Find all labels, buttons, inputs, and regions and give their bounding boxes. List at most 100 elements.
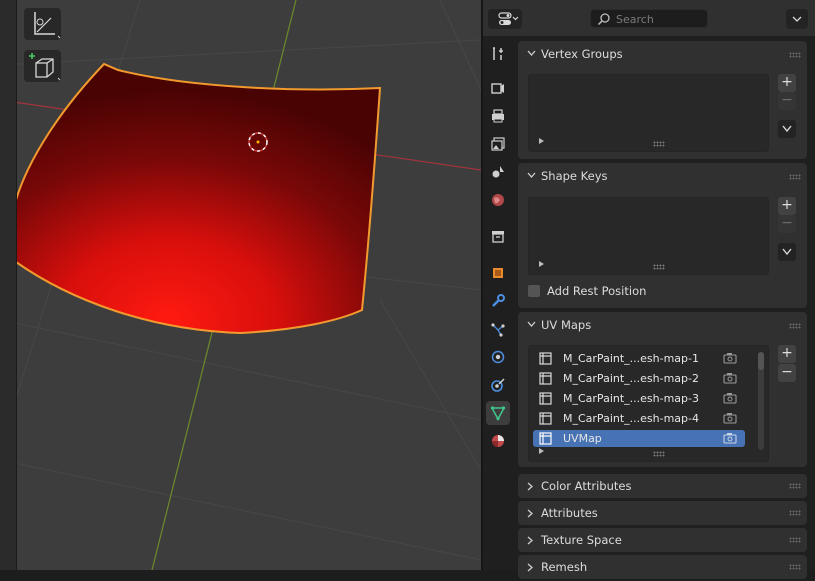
uv-map-name: M_CarPaint_...esh-map-2 [563, 372, 699, 385]
active-render-camera-icon[interactable] [723, 432, 737, 444]
tab-physics[interactable] [486, 345, 510, 369]
3d-viewport[interactable] [0, 0, 481, 570]
drag-grip-icon[interactable] [789, 52, 801, 58]
box-icon [492, 231, 504, 243]
tab-modifiers[interactable] [486, 289, 510, 313]
tab-data[interactable] [486, 401, 510, 425]
panel-remesh: Remesh [518, 555, 807, 579]
uv-map-row[interactable]: M_CarPaint_...esh-map-3 [533, 390, 745, 407]
uv-map-name: M_CarPaint_...esh-map-1 [563, 352, 699, 365]
add-rest-position-checkbox[interactable] [528, 285, 540, 297]
chevron-down-icon [527, 50, 536, 56]
uv-map-name: UVMap [563, 432, 602, 445]
panel-header-vertex-groups[interactable]: Vertex Groups [518, 41, 807, 67]
chevron-right-icon [527, 509, 533, 518]
tab-scene[interactable] [486, 160, 510, 184]
remove-shape-key-button[interactable]: − [778, 215, 796, 233]
add-shape-key-button[interactable]: + [778, 197, 796, 215]
panel-header-uv-maps[interactable]: UV Maps [518, 312, 807, 338]
search-input[interactable]: Search [590, 9, 708, 28]
measure-tool-button[interactable] [24, 8, 61, 40]
panel-title: Shape Keys [541, 169, 608, 183]
chevron-down-icon [527, 172, 536, 178]
panel-uv-maps: UV Maps M_CarPaint_...esh-map-1 M_CarPai… [518, 312, 807, 467]
remove-uv-map-button[interactable]: − [778, 364, 796, 382]
chevron-down-icon [782, 248, 792, 256]
active-render-camera-icon[interactable] [723, 412, 737, 424]
chevron-right-icon [527, 482, 533, 491]
tab-world[interactable] [486, 188, 510, 212]
properties-panels: Vertex Groups + − Shape Keys + − Add Res… [512, 36, 815, 579]
panel-header-shape-keys[interactable]: Shape Keys [518, 163, 807, 189]
tab-particles[interactable] [486, 317, 510, 341]
search-placeholder: Search [616, 13, 654, 26]
tab-constraints[interactable] [486, 373, 510, 397]
resize-grip-icon[interactable] [653, 451, 665, 457]
uv-maps-list[interactable]: M_CarPaint_...esh-map-1 M_CarPaint_...es… [528, 345, 769, 462]
resize-grip-icon[interactable] [653, 264, 665, 270]
drag-grip-icon[interactable] [789, 537, 801, 543]
search-icon [597, 13, 610, 26]
mesh-data-triangle-icon [490, 406, 506, 421]
tab-material[interactable] [486, 429, 510, 453]
panel-title: Vertex Groups [541, 47, 623, 61]
uv-map-icon [539, 432, 552, 445]
uv-map-row[interactable]: M_CarPaint_...esh-map-4 [533, 410, 745, 427]
constraint-icon [491, 378, 505, 392]
tab-tool[interactable] [486, 42, 510, 66]
uv-map-name: M_CarPaint_...esh-map-3 [563, 392, 699, 405]
panel-header-attributes[interactable]: Attributes [518, 501, 807, 527]
panel-title: Texture Space [541, 533, 622, 547]
resize-grip-icon[interactable] [653, 141, 665, 147]
uv-map-row[interactable]: M_CarPaint_...esh-map-2 [533, 370, 745, 387]
panel-header-color-attributes[interactable]: Color Attributes [518, 474, 807, 500]
chevron-down-icon [792, 16, 802, 22]
drag-grip-icon[interactable] [789, 174, 801, 180]
wrench-icon [492, 294, 505, 307]
scrollbar-thumb[interactable] [758, 352, 764, 370]
uv-list-scrollbar[interactable] [758, 352, 764, 450]
shape-keys-list[interactable] [528, 197, 769, 275]
globe-icon [492, 194, 504, 206]
expand-filter-icon[interactable] [539, 448, 544, 454]
add-vertex-group-button[interactable]: + [778, 74, 796, 92]
properties-editor: Search Vertex Groups + − Shape Keys + − … [483, 0, 815, 579]
active-render-camera-icon[interactable] [723, 372, 737, 384]
remove-vertex-group-button[interactable]: − [778, 92, 796, 110]
uv-map-row[interactable]: M_CarPaint_...esh-map-1 [533, 350, 745, 367]
measure-icon [34, 12, 61, 39]
panel-texture-space: Texture Space [518, 528, 807, 552]
expand-filter-icon[interactable] [539, 138, 544, 144]
panel-header-remesh[interactable]: Remesh [518, 555, 807, 581]
vertex-groups-list[interactable] [528, 74, 769, 152]
panel-header-texture-space[interactable]: Texture Space [518, 528, 807, 554]
shape-key-specials-button[interactable] [778, 243, 796, 261]
drag-grip-icon[interactable] [789, 483, 801, 489]
add-cube-tool-button[interactable] [24, 50, 61, 82]
drag-grip-icon[interactable] [789, 510, 801, 516]
editor-type-button[interactable] [488, 9, 522, 29]
vertex-group-specials-button[interactable] [778, 120, 796, 138]
add-uv-map-button[interactable]: + [778, 345, 796, 363]
panel-vertex-groups: Vertex Groups + − [518, 41, 807, 159]
tab-output[interactable] [486, 104, 510, 128]
tab-collection[interactable] [486, 224, 510, 248]
drag-grip-icon[interactable] [789, 564, 801, 570]
panel-title: Remesh [541, 560, 588, 574]
options-dropdown-button[interactable] [786, 9, 808, 29]
tab-render[interactable] [486, 76, 510, 100]
drag-grip-icon[interactable] [789, 323, 801, 329]
chevron-right-icon [527, 563, 533, 572]
tab-view-layer[interactable] [486, 132, 510, 156]
uv-map-row-selected[interactable]: UVMap [533, 430, 745, 447]
panel-title: Color Attributes [541, 479, 632, 493]
active-render-camera-icon[interactable] [723, 392, 737, 404]
object-square-icon [493, 268, 503, 278]
tab-object[interactable] [486, 261, 510, 285]
printer-icon [492, 109, 504, 123]
image-stack-icon [491, 137, 505, 151]
uv-map-icon [539, 372, 552, 385]
panel-title: Attributes [541, 506, 598, 520]
active-render-camera-icon[interactable] [723, 352, 737, 364]
expand-filter-icon[interactable] [539, 261, 544, 267]
